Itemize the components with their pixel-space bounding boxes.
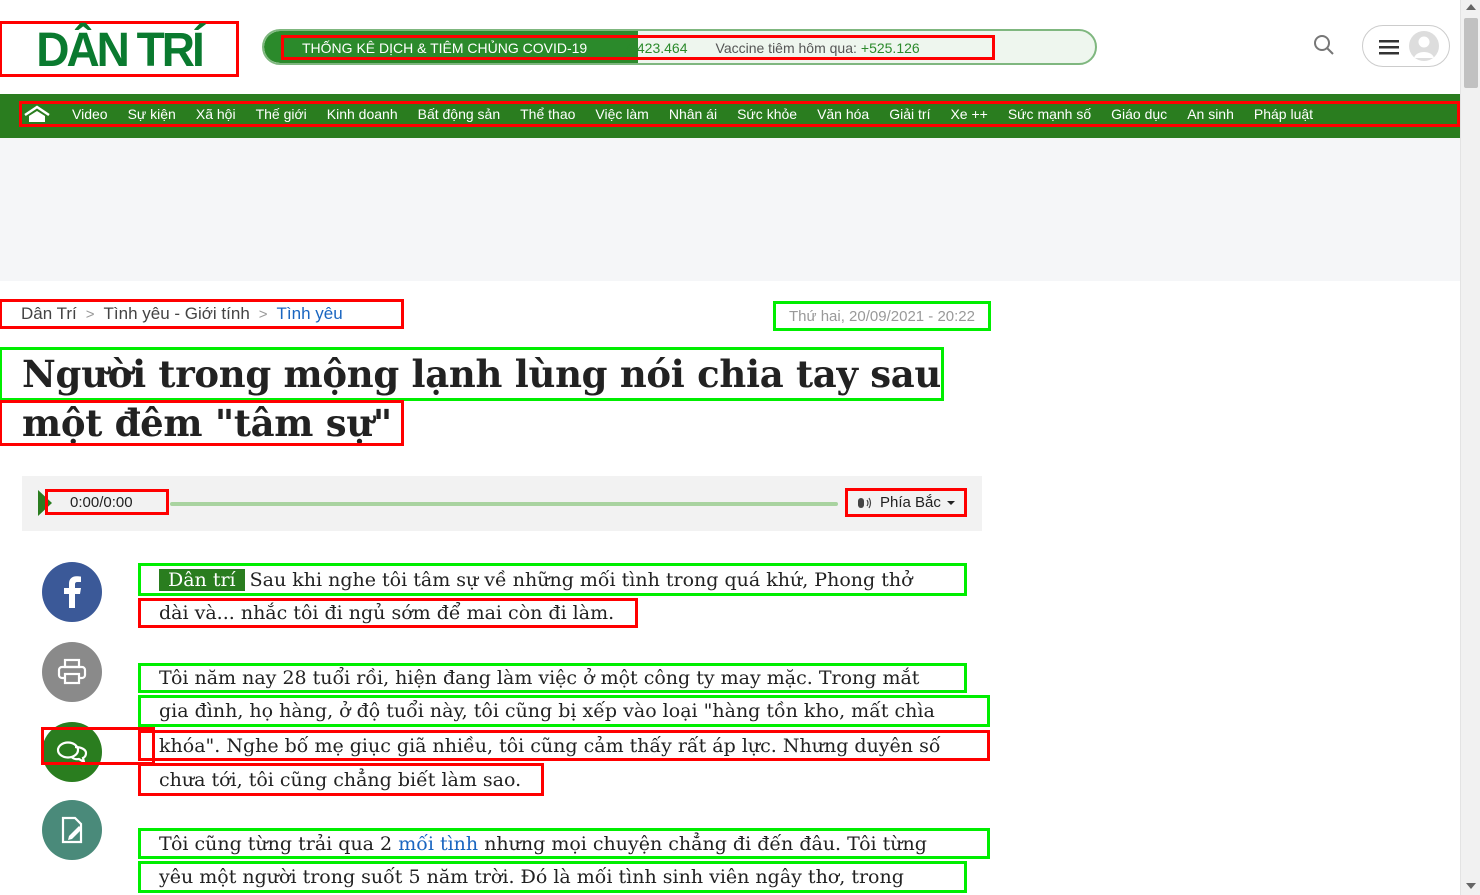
covid-stats-bar[interactable]: THỐNG KÊ DỊCH & TIÊM CHỦNG COVID-19 4.42…	[262, 29, 1097, 65]
edit-icon	[61, 816, 83, 844]
speaker-icon	[858, 497, 872, 508]
nav-item[interactable]: Sức khỏe	[737, 106, 797, 122]
nav-item[interactable]: Xe ++	[950, 106, 987, 122]
nav-item[interactable]: Video	[72, 106, 108, 122]
nav-item[interactable]: Việc làm	[595, 106, 648, 122]
nav-item[interactable]: Nhân ái	[669, 106, 717, 122]
chevron-right-icon: >	[85, 305, 95, 323]
home-icon[interactable]	[22, 105, 52, 123]
print-button[interactable]	[42, 642, 102, 702]
nav-item[interactable]: Văn hóa	[817, 106, 869, 122]
nav-list: Video Sự kiện Xã hội Thế giới Kinh doanh Bất …	[19, 101, 1460, 127]
feedback-button[interactable]	[42, 800, 102, 860]
covid-total: 4.423.464	[625, 39, 688, 56]
article-title-line1: Người trong mộng lạnh lùng nói chia tay …	[0, 347, 944, 401]
audio-progress-track[interactable]	[170, 502, 838, 506]
nav-item[interactable]: Thế giới	[256, 106, 307, 122]
user-icon	[1409, 31, 1439, 61]
covid-title: THỐNG KÊ DỊCH & TIÊM CHỦNG COVID-19	[302, 39, 588, 56]
article-date: Thứ hai, 20/09/2021 - 20:22	[773, 301, 991, 331]
paragraph-3-line2: yêu một người trong suốt 5 năm trời. Đó …	[138, 861, 967, 893]
nav-item[interactable]: Xã hội	[196, 106, 236, 122]
p3-pre: Tôi cũng từng trải qua 2	[159, 832, 393, 855]
scroll-up-arrow-icon[interactable]	[1466, 4, 1476, 10]
vaccine-value: +525.126	[860, 39, 920, 56]
nav-item[interactable]: Thể thao	[520, 106, 575, 122]
related-link[interactable]: mối tình	[398, 833, 478, 855]
nav-item[interactable]: An sinh	[1187, 106, 1234, 122]
chevron-down-icon	[946, 500, 955, 505]
article-title-line2: một đêm "tâm sự"	[0, 400, 404, 446]
scroll-down-arrow-icon[interactable]	[1466, 883, 1476, 889]
facebook-icon	[64, 576, 81, 608]
nav-item[interactable]: Pháp luật	[1254, 106, 1313, 122]
paragraph-2-line4: chưa tới, tôi cũng chẳng biết làm sao.	[138, 763, 544, 796]
nav-item[interactable]: Kinh doanh	[327, 106, 398, 122]
paragraph-2-line1: Tôi năm nay 28 tuổi rồi, hiện đang làm v…	[138, 663, 967, 693]
comment-highlight	[41, 727, 155, 765]
paragraph-2-line2: gia đình, họ hàng, ở độ tuổi này, tôi cũ…	[138, 695, 990, 727]
p3-post: nhưng mọi chuyện chẳng đi đến đâu. Tôi t…	[484, 832, 927, 855]
nav-item[interactable]: Giải trí	[889, 106, 930, 122]
breadcrumb-current[interactable]: Tình yêu	[277, 304, 343, 324]
main-nav: Video Sự kiện Xã hội Thế giới Kinh doanh Bất …	[0, 94, 1460, 138]
search-icon[interactable]	[1312, 33, 1336, 57]
site-logo[interactable]: DÂN TRÍ	[0, 21, 239, 77]
article-lead-line1: Dân trí Sau khi nghe tôi tâm sự về những…	[138, 563, 967, 596]
site-header: DÂN TRÍ THỐNG KÊ DỊCH & TIÊM CHỦNG COVID…	[0, 0, 1460, 94]
print-icon	[57, 658, 87, 685]
audio-player: 0:00/0:00 Phía Bắc	[22, 476, 982, 531]
lead-text: Sau khi nghe tôi tâm sự về những mối tìn…	[249, 568, 913, 591]
audio-time: 0:00/0:00	[45, 489, 169, 515]
nav-item[interactable]: Giáo dục	[1111, 106, 1167, 122]
source-tag: Dân trí	[159, 568, 245, 591]
breadcrumb-home[interactable]: Dân Trí	[21, 304, 77, 324]
chevron-right-icon: >	[258, 305, 268, 323]
nav-item[interactable]: Sức mạnh số	[1008, 106, 1091, 122]
page-scrollbar[interactable]	[1460, 0, 1480, 895]
breadcrumb-category[interactable]: Tình yêu - Giới tính	[104, 304, 250, 324]
breadcrumb: Dân Trí > Tình yêu - Giới tính > Tình yê…	[0, 299, 404, 329]
logo-text: DÂN TRÍ	[36, 21, 205, 77]
ad-space	[0, 138, 1460, 281]
menu-icon	[1379, 40, 1399, 55]
paragraph-2-line3: khóa". Nghe bố mẹ giục giã nhiều, tôi cũ…	[138, 730, 990, 761]
vaccine-label: Vaccine tiêm hôm qua:	[715, 39, 857, 56]
voice-select[interactable]: Phía Bắc	[845, 488, 967, 517]
paragraph-3-line1: Tôi cũng từng trải qua 2 mối tình nhưng …	[138, 828, 990, 859]
nav-item[interactable]: Bất động sản	[418, 106, 501, 122]
covid-stats-content[interactable]: THỐNG KÊ DỊCH & TIÊM CHỦNG COVID-19 4.42…	[281, 35, 995, 60]
scroll-thumb[interactable]	[1464, 18, 1478, 88]
nav-item[interactable]: Sự kiện	[128, 106, 176, 122]
article-lead-line2: dài và... nhắc tôi đi ngủ sớm để mai còn…	[138, 598, 638, 628]
menu-user-button[interactable]	[1362, 25, 1450, 67]
facebook-share-button[interactable]	[42, 562, 102, 622]
voice-label: Phía Bắc	[880, 494, 941, 511]
